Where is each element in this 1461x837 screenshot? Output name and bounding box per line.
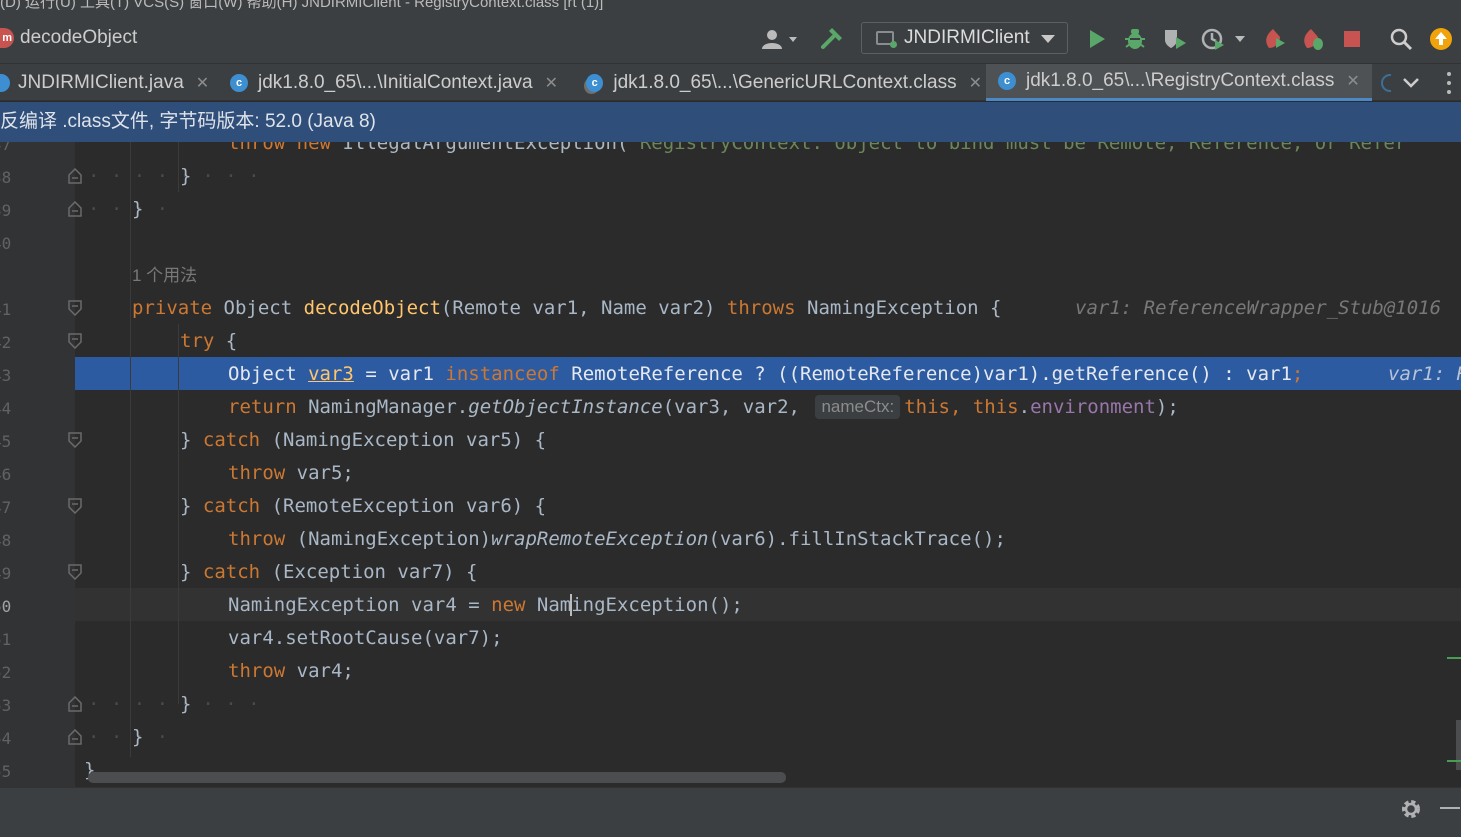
parameter-name-hint: nameCtx: <box>815 395 901 419</box>
close-icon[interactable]: ✕ <box>196 73 209 93</box>
breadcrumb[interactable]: m decodeObject <box>0 24 137 52</box>
user-icon <box>762 30 797 49</box>
show-hidden-tabs-button[interactable] <box>1402 74 1420 97</box>
tab-label: jdk1.8.0_65\...\GenericURLContext.class <box>613 71 957 93</box>
debug-value-hint: var1: ReferenceWrapper_Stub@1016 <box>1075 297 1442 319</box>
play-icon <box>1090 30 1105 48</box>
editor-tab-bar: JNDIRMIClient.java ✕ c jdk1.8.0_65\...\I… <box>0 64 1461 101</box>
class-icon <box>1381 74 1391 92</box>
attach-debugger-button[interactable] <box>1260 27 1288 51</box>
code-line-38: · · · · · · · · } <box>88 165 272 187</box>
application-icon <box>876 31 897 48</box>
tab-actions-menu-button[interactable] <box>1446 72 1452 94</box>
code-editor[interactable]: 37 38 39 40 41 42 43 44 45 46 47 48 49 5… <box>0 142 1461 787</box>
settings-button[interactable] <box>1400 798 1422 825</box>
more-vertical-icon <box>1447 72 1451 76</box>
vertical-scrollbar[interactable] <box>1456 720 1461 770</box>
class-icon: c <box>230 73 248 92</box>
search-everywhere-button[interactable] <box>1388 27 1414 51</box>
code-line-42: try { <box>180 330 238 352</box>
code-line-49: } catch (Exception var7) { <box>180 561 478 583</box>
bug-icon <box>1125 29 1145 49</box>
tab-genericurlcontext[interactable]: c jdk1.8.0_65\...\GenericURLContext.clas… <box>586 64 982 101</box>
debug-process-button[interactable] <box>1298 27 1326 51</box>
run-configuration-select[interactable]: JNDIRMIClient <box>861 22 1068 54</box>
build-button[interactable] <box>818 27 844 51</box>
code-line-41: private Object decodeObject(Remote var1,… <box>0 292 1461 325</box>
update-button[interactable] <box>1428 27 1454 51</box>
coverage-icon <box>1165 30 1186 49</box>
bottom-panel-bar <box>0 787 1461 837</box>
debug-value-hint: var1: R <box>1388 363 1461 385</box>
gear-icon <box>1402 800 1420 818</box>
usage-hint[interactable]: 1 个用法 <box>0 259 1461 292</box>
menu-bar-text: (D) 运行(U) 工具(T) VCS(S) 窗口(W) 帮助(H) JNDIR… <box>0 0 604 10</box>
code-line-54: · · · · } <box>88 726 180 748</box>
code-line-43: Object var3 = var1 instanceof RemoteRefe… <box>0 358 1461 391</box>
breadcrumb-method: decodeObject <box>20 27 138 48</box>
profiler-dropdown-button[interactable] <box>1200 27 1250 51</box>
run-button[interactable] <box>1085 27 1109 51</box>
horizontal-scrollbar[interactable] <box>88 772 786 783</box>
code-line-52: throw var4; <box>228 660 354 682</box>
code-line-39: · · · · } <box>88 198 180 220</box>
change-marker[interactable] <box>1447 760 1461 762</box>
code-line-45: } catch (NamingException var5) { <box>180 429 547 451</box>
close-icon[interactable]: ✕ <box>1346 71 1359 91</box>
code-line-37: throw new IllegalArgumentException("Regi… <box>228 142 1407 154</box>
class-icon: c <box>998 72 1016 90</box>
run-configuration-label: JNDIRMIClient <box>904 27 1030 48</box>
stop-button[interactable] <box>1340 27 1364 51</box>
close-icon[interactable]: ✕ <box>969 73 982 93</box>
account-dropdown-button[interactable] <box>760 27 800 51</box>
stop-icon <box>1344 31 1360 47</box>
profiler-icon <box>1201 28 1245 50</box>
tab-registrycontext[interactable]: c jdk1.8.0_65\...\RegistryContext.class … <box>986 64 1372 101</box>
java-class-icon <box>0 73 10 92</box>
code-line-46: throw var5; <box>228 462 354 484</box>
tab-label: jdk1.8.0_65\...\RegistryContext.class <box>1026 70 1335 91</box>
tab-jndirmiclient[interactable]: JNDIRMIClient.java ✕ <box>0 64 218 101</box>
code-line-48: throw (NamingException)wrapRemoteExcepti… <box>228 528 1006 550</box>
hot-swap-icon <box>1266 29 1285 48</box>
update-arrow-icon <box>1430 28 1452 50</box>
method-icon: m <box>0 28 14 48</box>
code-line-51: var4.setRootCause(var7); <box>228 627 503 649</box>
code-line-50: NamingException var4 = new NamingExcepti… <box>228 594 743 616</box>
hot-swap-bug-icon <box>1304 29 1323 50</box>
decompiled-class-banner: 反编译 .class文件, 字节码版本: 52.0 (Java 8) <box>0 102 1461 142</box>
tab-label: JNDIRMIClient.java <box>18 71 184 93</box>
debug-button[interactable] <box>1122 27 1148 51</box>
search-icon <box>1390 28 1413 51</box>
change-marker[interactable] <box>1447 657 1461 659</box>
close-icon[interactable]: ✕ <box>545 73 558 93</box>
readonly-class-icon: c <box>586 73 604 92</box>
chevron-down-icon <box>1403 78 1419 88</box>
banner-text: 反编译 .class文件, 字节码版本: 52.0 (Java 8) <box>0 111 376 132</box>
minimize-icon[interactable] <box>1440 807 1460 809</box>
code-line-53: · · · · · · · · } <box>88 693 272 715</box>
hammer-icon <box>821 28 842 49</box>
run-with-coverage-button[interactable] <box>1161 27 1189 51</box>
tab-label: jdk1.8.0_65\...\InitialContext.java <box>258 71 533 93</box>
chevron-down-icon <box>1041 35 1055 43</box>
toolbar: m decodeObject JNDIRMIClient <box>0 10 1461 64</box>
menu-bar: (D) 运行(U) 工具(T) VCS(S) 窗口(W) 帮助(H) JNDIR… <box>0 0 1461 10</box>
tab-initialcontext[interactable]: c jdk1.8.0_65\...\InitialContext.java ✕ <box>230 64 576 101</box>
code-line-47: } catch (RemoteException var6) { <box>180 495 547 517</box>
code-line-44: return NamingManager.getObjectInstance(v… <box>228 395 1179 419</box>
